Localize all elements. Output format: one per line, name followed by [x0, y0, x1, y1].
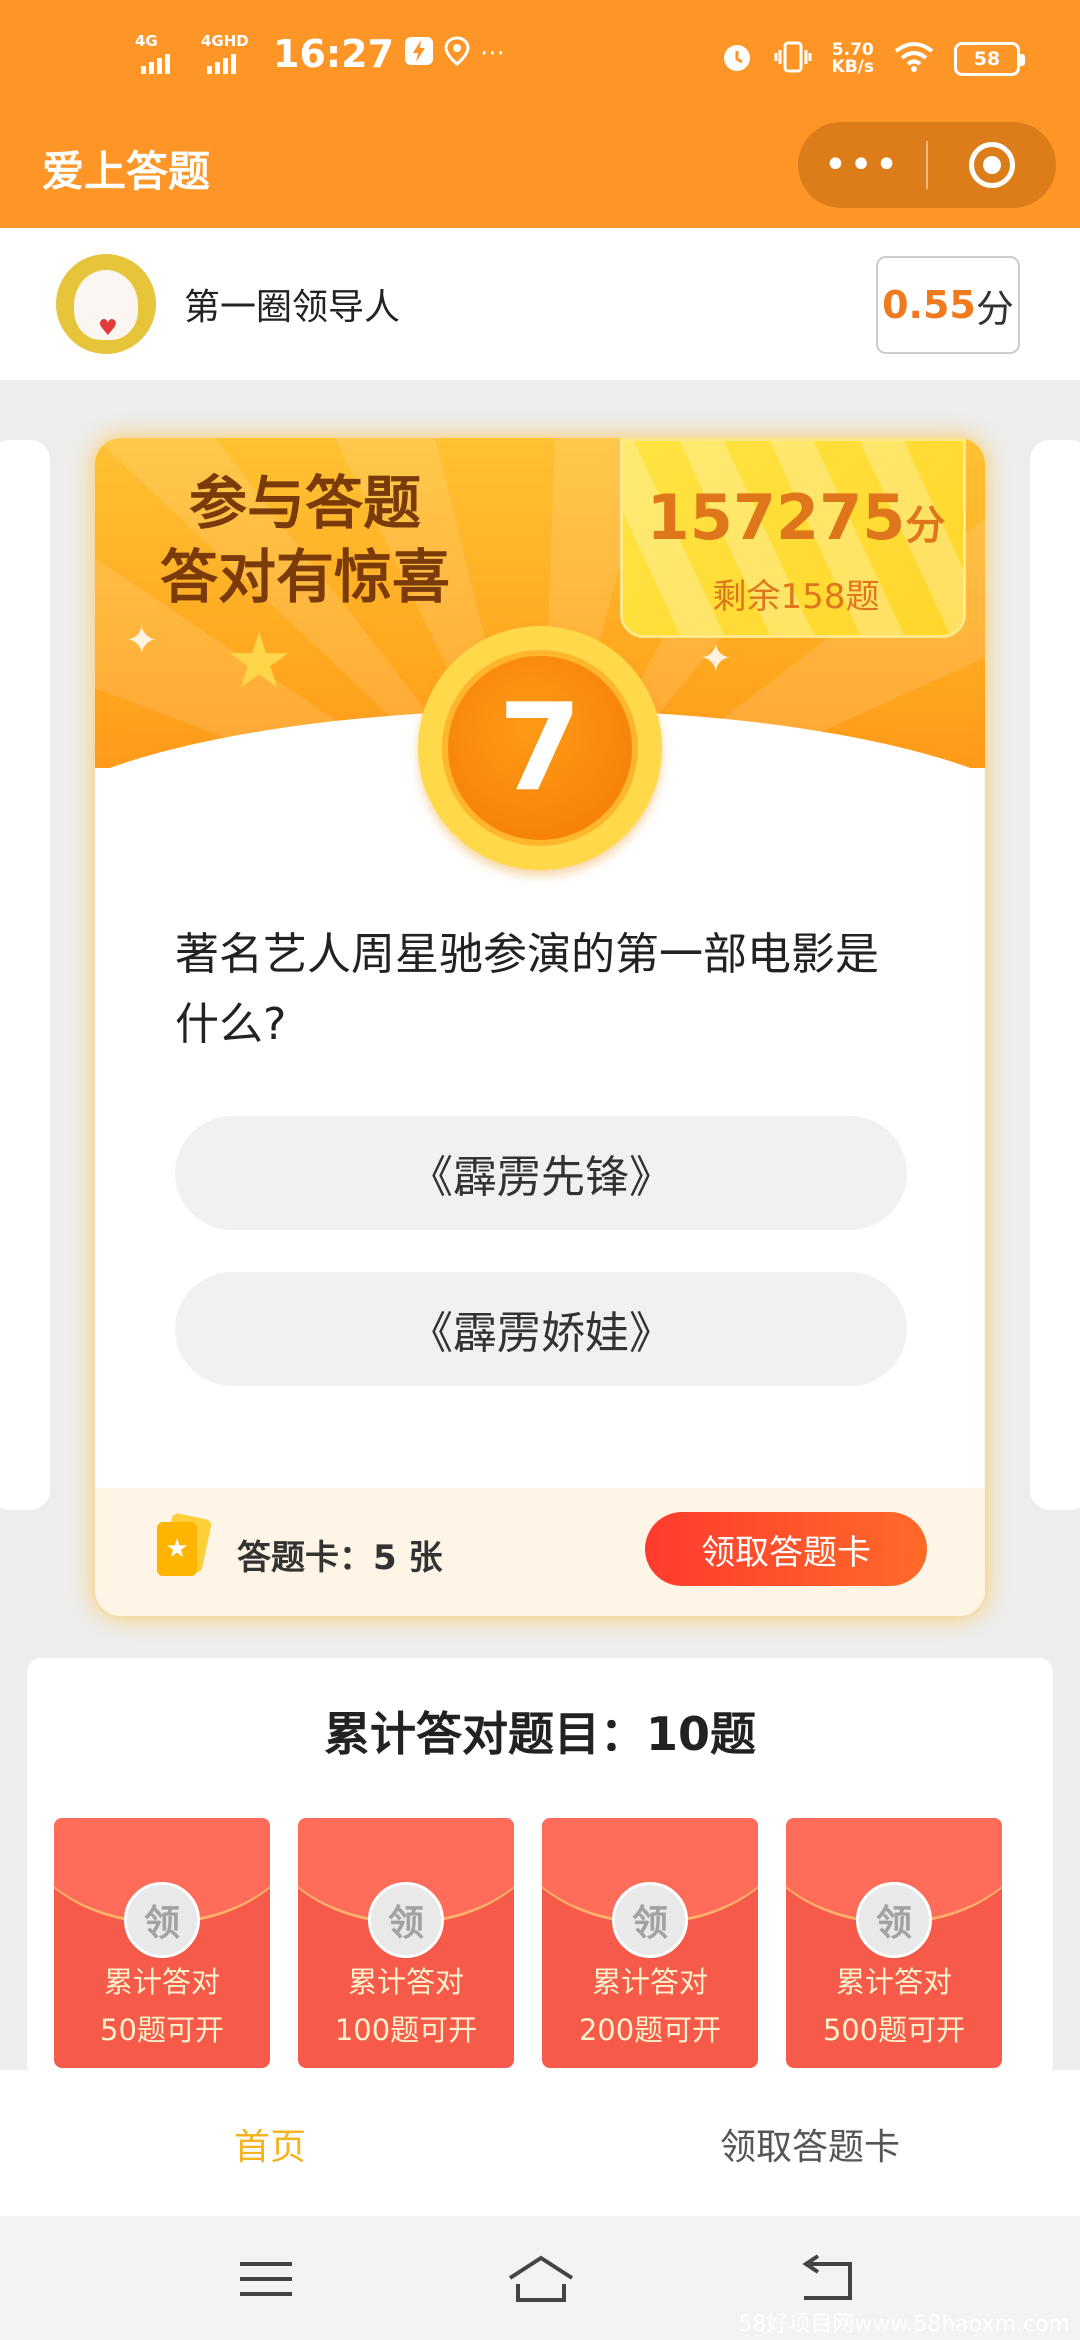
tab-home[interactable]: 首页 — [0, 2118, 540, 2170]
slogan: 参与答题 答对有惊喜 — [159, 469, 450, 611]
signal-icon: 4G — [135, 32, 191, 76]
answer-option-2[interactable]: 《霹雳娇娃》 — [175, 1272, 907, 1386]
answer-card-icon: ★ — [157, 1512, 213, 1576]
star-icon: ★ — [225, 616, 294, 705]
more-status-icon: ··· — [479, 39, 505, 69]
menu-icon[interactable] — [240, 2254, 300, 2304]
remaining-count: 剩余158题 — [712, 577, 880, 617]
red-envelope[interactable]: 领 累计答对 500题可开 — [786, 1818, 1002, 2068]
net-speed: 5.70 KB/s — [831, 40, 874, 77]
cards-count: 答题卡：5 张 — [237, 1538, 443, 1578]
location-icon — [444, 35, 470, 73]
accumulated-panel: 累计答对题目：10题 领 累计答对 50题可开 领 累计答对 100题可开 领 累计… — [27, 1658, 1053, 2078]
red-envelope[interactable]: 领 累计答对 50题可开 — [54, 1818, 270, 2068]
watermark: 58好项目网www.58haoxm.com — [738, 2312, 1070, 2337]
signal-icon: 4GHD — [201, 32, 257, 76]
question-text: 著名艺人周星驰参演的第一部电影是什么? — [175, 929, 879, 1050]
get-answer-card-button[interactable]: 领取答题卡 — [645, 1512, 927, 1586]
mini-program-capsule: ••• — [798, 122, 1056, 208]
wifi-icon — [894, 41, 934, 77]
home-icon[interactable] — [506, 2254, 574, 2304]
target-icon[interactable] — [928, 142, 1056, 188]
bolt-icon — [404, 36, 434, 73]
back-icon[interactable] — [796, 2254, 856, 2304]
top-bar: 4G 4GHD 16:27 ··· 5.70 KB/s 58 爱上答题 ••• — [0, 0, 1080, 228]
accumulated-title: 累计答对题目：10题 — [323, 1707, 756, 1761]
claim-seal: 领 — [124, 1882, 200, 1958]
clock: 16:27 — [273, 32, 394, 76]
red-envelope[interactable]: 领 累计答对 100题可开 — [298, 1818, 514, 2068]
claim-seal: 领 — [856, 1882, 932, 1958]
card-footer: ★ 答题卡：5 张 领取答题卡 — [95, 1488, 985, 1616]
prize-pool-tag: 157275分 剩余158题 — [620, 438, 966, 638]
claim-seal: 领 — [612, 1882, 688, 1958]
red-envelope[interactable]: 领 累计答对 200题可开 — [542, 1818, 758, 2068]
system-nav-bar: 58好项目网www.58haoxm.com — [0, 2216, 1080, 2340]
prev-card-peek[interactable] — [0, 440, 50, 1510]
page-title: 爱上答题 — [42, 147, 211, 196]
claim-seal: 领 — [368, 1882, 444, 1958]
battery-icon: 58 — [954, 42, 1025, 76]
username: 第一圈领导人 — [184, 287, 401, 328]
sparkle-icon: ✦ — [125, 618, 159, 664]
avatar[interactable]: ♥ — [56, 254, 156, 354]
question-card: 参与答题 答对有惊喜 157275分 剩余158题 ✦ ✦ ★ 7 著名艺人周星… — [95, 438, 985, 1616]
more-icon[interactable]: ••• — [798, 145, 926, 185]
alarm-icon — [720, 40, 754, 78]
sparkle-icon: ✦ — [699, 636, 733, 682]
question-number-badge: 7 — [418, 626, 662, 870]
score-badge[interactable]: 0.55 分 — [876, 256, 1020, 354]
tab-get-answer-card[interactable]: 领取答题卡 — [540, 2118, 1080, 2170]
vibrate-icon — [774, 40, 812, 78]
prize-score: 157275 — [646, 481, 906, 554]
tab-bar: 首页 领取答题卡 — [0, 2070, 1080, 2216]
user-bar: ♥ 第一圈领导人 0.55 分 — [0, 228, 1080, 380]
answer-option-1[interactable]: 《霹雳先锋》 — [175, 1116, 907, 1230]
status-bar: 4G 4GHD 16:27 ··· 5.70 KB/s 58 — [0, 0, 1080, 120]
next-card-peek[interactable] — [1030, 440, 1080, 1510]
